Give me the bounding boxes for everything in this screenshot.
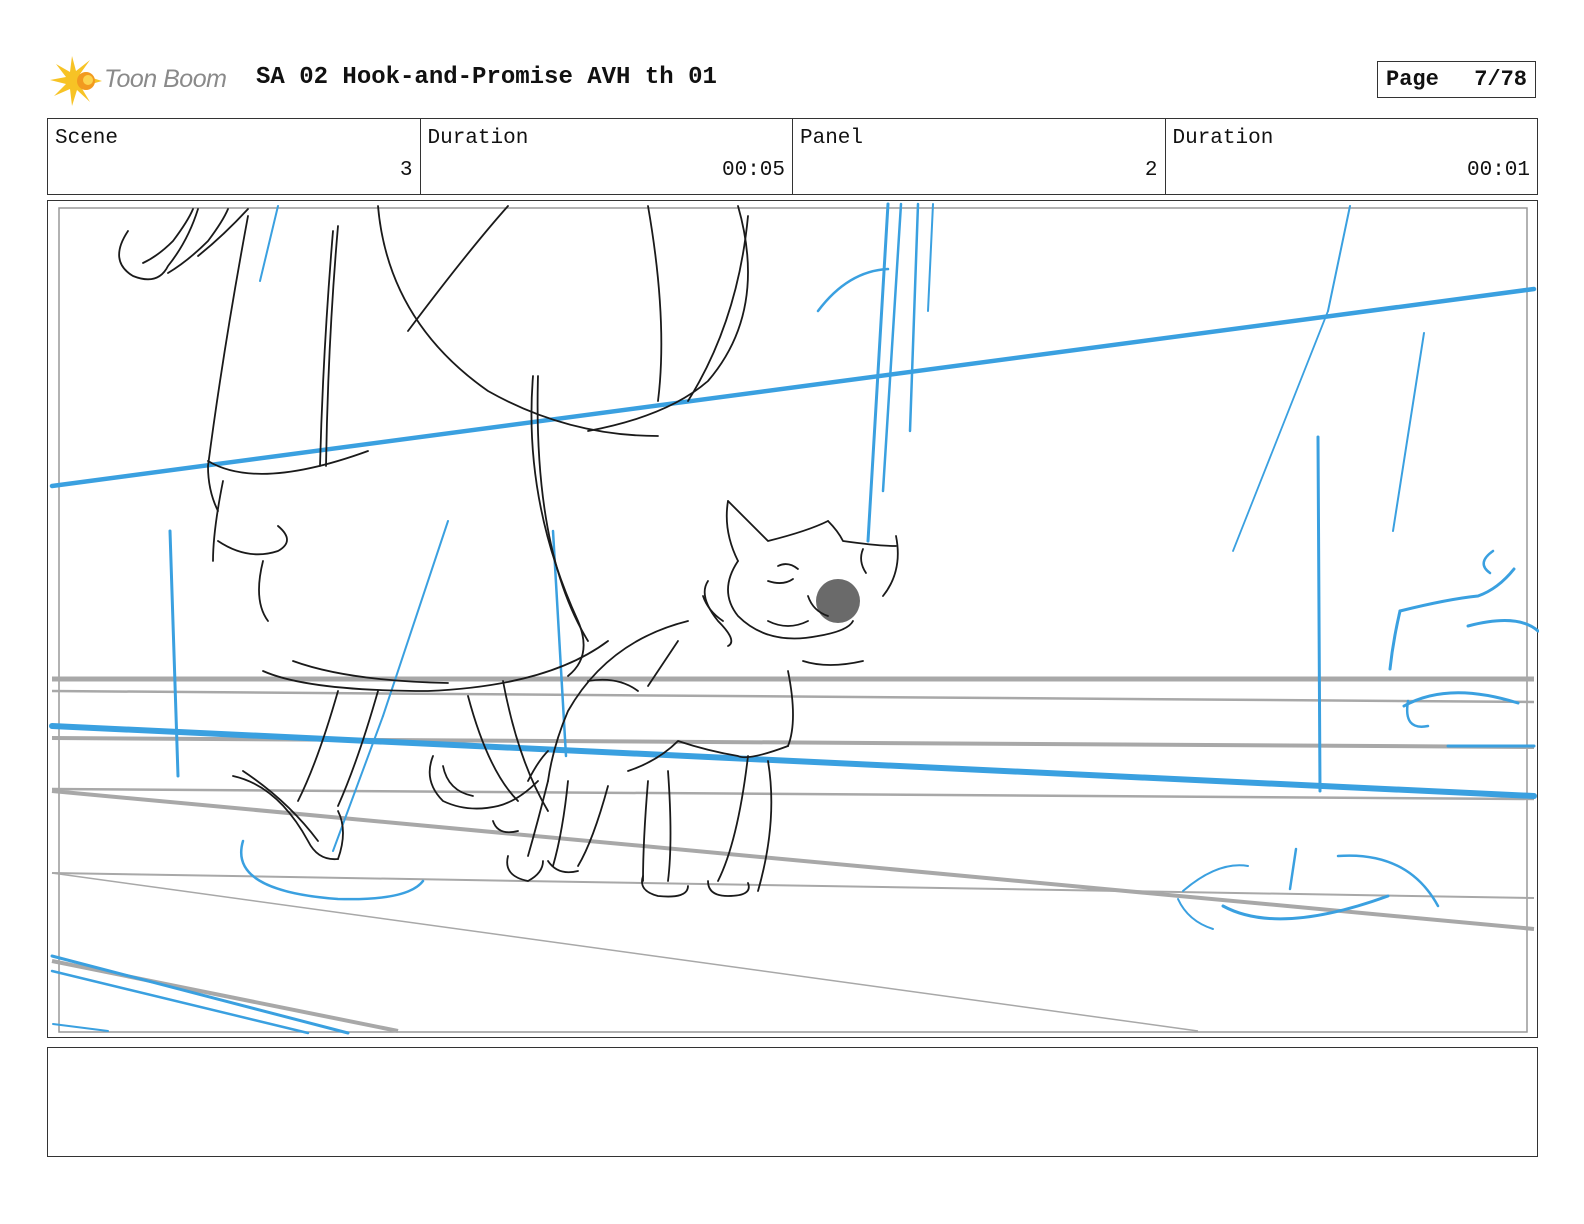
panel-cell: Panel 2 xyxy=(793,119,1166,194)
scene-duration-cell: Duration 00:05 xyxy=(421,119,793,194)
panel-value: 2 xyxy=(1144,159,1158,182)
scene-cell: Scene 3 xyxy=(48,119,421,194)
logo-text: Toon Boom xyxy=(104,65,227,93)
panel-notes-box xyxy=(47,1047,1538,1157)
scene-duration-label: Duration xyxy=(427,127,529,150)
page-number: 7/78 xyxy=(1474,67,1527,92)
panel-duration-value: 00:01 xyxy=(1466,159,1530,182)
scene-info-table: Scene 3 Duration 00:05 Panel 2 Duration … xyxy=(47,118,1538,195)
panel-label: Panel xyxy=(800,127,864,150)
panel-duration-label: Duration xyxy=(1172,127,1274,150)
scene-label: Scene xyxy=(55,127,119,150)
storyboard-panel xyxy=(47,200,1539,1038)
page-indicator: Page 7/78 xyxy=(1377,61,1536,98)
page-label: Page xyxy=(1386,67,1439,92)
background-gray-lines xyxy=(51,676,1535,1033)
document-title: SA 02 Hook-and-Promise AVH th 01 xyxy=(256,64,717,91)
panel-duration-cell: Duration 00:01 xyxy=(1166,119,1538,194)
toon-boom-starburst-icon xyxy=(50,56,102,106)
toon-boom-logo: Toon Boom xyxy=(50,56,240,106)
cat-eye-patch xyxy=(816,579,860,623)
scene-value: 3 xyxy=(399,159,413,182)
scene-duration-value: 00:05 xyxy=(721,159,785,182)
storyboard-sketch xyxy=(49,202,1539,1035)
